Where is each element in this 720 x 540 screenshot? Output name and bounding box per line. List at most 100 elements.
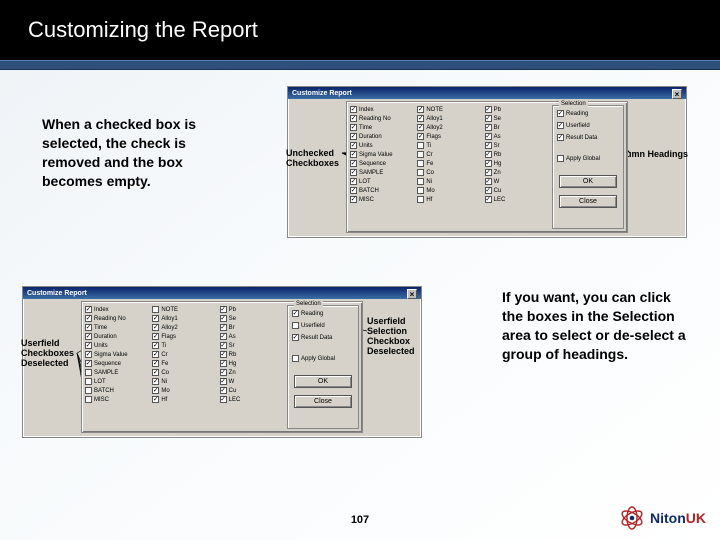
field-checkbox[interactable]: Hg: [220, 359, 285, 368]
field-checkbox[interactable]: Hf: [152, 395, 217, 404]
screenshot-2: Customize Report × Userfield Checkboxes …: [22, 286, 422, 438]
paragraph-1: When a checked box is selected, the chec…: [42, 115, 232, 191]
field-checkbox[interactable]: Zn: [485, 168, 550, 177]
ok-button[interactable]: OK: [559, 175, 617, 188]
field-checkbox[interactable]: Sequence: [85, 359, 150, 368]
field-checkbox[interactable]: MISC: [350, 195, 415, 204]
field-checkbox[interactable]: LEC: [485, 195, 550, 204]
slide-title: Customizing the Report: [28, 17, 258, 43]
field-checkbox[interactable]: Index: [350, 105, 415, 114]
field-checkbox[interactable]: Index: [85, 305, 150, 314]
field-checkbox[interactable]: LEC: [220, 395, 285, 404]
dialog-panel: IndexReading NoTimeDurationUnitsSigma Va…: [81, 301, 363, 433]
selection-reading-checkbox[interactable]: Reading: [292, 309, 354, 318]
selection-group-label: Selection: [559, 101, 588, 107]
field-checkbox[interactable]: Ni: [417, 177, 482, 186]
field-checkbox[interactable]: Fe: [417, 159, 482, 168]
window-title: Customize Report: [292, 90, 352, 97]
close-button[interactable]: Close: [294, 395, 352, 408]
field-checkbox[interactable]: Cu: [220, 386, 285, 395]
dialog-panel: IndexReading NoTimeDurationUnitsSigma Va…: [346, 101, 628, 233]
field-checkbox[interactable]: Reading No: [85, 314, 150, 323]
field-checkbox[interactable]: Sr: [220, 341, 285, 350]
field-checkbox[interactable]: Alloy1: [417, 114, 482, 123]
field-checkbox[interactable]: Units: [85, 341, 150, 350]
field-checkbox[interactable]: BATCH: [350, 186, 415, 195]
field-checkbox[interactable]: MISC: [85, 395, 150, 404]
field-checkbox[interactable]: Units: [350, 141, 415, 150]
field-checkbox[interactable]: Fe: [152, 359, 217, 368]
screenshot-1: Customize Report × Unchecked Checkboxes …: [287, 86, 687, 238]
field-checkbox[interactable]: LOT: [350, 177, 415, 186]
selection-resultdata-checkbox[interactable]: Result Data: [292, 333, 354, 342]
ok-button[interactable]: OK: [294, 375, 352, 388]
field-checkbox[interactable]: Reading No: [350, 114, 415, 123]
checkbox-col-1: IndexReading NoTimeDurationUnitsSigma Va…: [85, 305, 150, 429]
field-checkbox[interactable]: Se: [220, 314, 285, 323]
field-checkbox[interactable]: Time: [350, 123, 415, 132]
field-checkbox[interactable]: Sigma Value: [85, 350, 150, 359]
field-checkbox[interactable]: Mo: [152, 386, 217, 395]
field-checkbox[interactable]: As: [220, 332, 285, 341]
close-icon[interactable]: ×: [672, 89, 682, 99]
close-button[interactable]: Close: [559, 195, 617, 208]
field-checkbox[interactable]: Pb: [220, 305, 285, 314]
field-checkbox[interactable]: Hf: [417, 195, 482, 204]
field-checkbox[interactable]: Pb: [485, 105, 550, 114]
field-checkbox[interactable]: Co: [152, 368, 217, 377]
field-checkbox[interactable]: Sr: [485, 141, 550, 150]
field-checkbox[interactable]: SAMPLE: [350, 168, 415, 177]
field-checkbox[interactable]: NOTE: [152, 305, 217, 314]
field-checkbox[interactable]: Se: [485, 114, 550, 123]
field-checkbox[interactable]: Cr: [152, 350, 217, 359]
field-checkbox[interactable]: Duration: [85, 332, 150, 341]
field-checkbox[interactable]: W: [220, 377, 285, 386]
window-title: Customize Report: [27, 290, 87, 297]
field-checkbox[interactable]: LOT: [85, 377, 150, 386]
field-checkbox[interactable]: Alloy1: [152, 314, 217, 323]
checkbox-col-2: NOTEAlloy1Alloy2FlagsTiCrFeCoNiMoHf: [152, 305, 217, 429]
field-checkbox[interactable]: Co: [417, 168, 482, 177]
field-checkbox[interactable]: NOTE: [417, 105, 482, 114]
selection-resultdata-checkbox[interactable]: Result Data: [557, 133, 619, 142]
logo: NitonUK: [618, 506, 706, 530]
field-checkbox[interactable]: Cu: [485, 186, 550, 195]
accent-strip: [0, 60, 720, 70]
window-titlebar: Customize Report ×: [23, 287, 421, 299]
field-checkbox[interactable]: W: [485, 177, 550, 186]
page-number: 107: [0, 514, 720, 526]
apply-global-checkbox[interactable]: Apply Global: [557, 154, 619, 163]
selection-userfield-checkbox[interactable]: Userfield: [557, 121, 619, 130]
field-checkbox[interactable]: Flags: [152, 332, 217, 341]
field-checkbox[interactable]: BATCH: [85, 386, 150, 395]
field-checkbox[interactable]: Ti: [417, 141, 482, 150]
checkbox-col-3: PbSeBrAsSrRbHgZnWCuLEC: [220, 305, 285, 429]
field-checkbox[interactable]: Ti: [152, 341, 217, 350]
field-checkbox[interactable]: Cr: [417, 150, 482, 159]
checkbox-col-1: IndexReading NoTimeDurationUnitsSigma Va…: [350, 105, 415, 229]
field-checkbox[interactable]: Rb: [220, 350, 285, 359]
field-checkbox[interactable]: Alloy2: [417, 123, 482, 132]
field-checkbox[interactable]: Sigma Value: [350, 150, 415, 159]
annotation-selection-deselected: Userfield Selection Checkbox Deselected: [367, 317, 423, 357]
field-checkbox[interactable]: Hg: [485, 159, 550, 168]
field-checkbox[interactable]: Alloy2: [152, 323, 217, 332]
field-checkbox[interactable]: Br: [220, 323, 285, 332]
field-checkbox[interactable]: Flags: [417, 132, 482, 141]
slide-title-bar: Customizing the Report: [0, 0, 720, 60]
field-checkbox[interactable]: Rb: [485, 150, 550, 159]
selection-reading-checkbox[interactable]: Reading: [557, 109, 619, 118]
field-checkbox[interactable]: Zn: [220, 368, 285, 377]
checkbox-col-2: NOTEAlloy1Alloy2FlagsTiCrFeCoNiMoHf: [417, 105, 482, 229]
field-checkbox[interactable]: SAMPLE: [85, 368, 150, 377]
field-checkbox[interactable]: Duration: [350, 132, 415, 141]
field-checkbox[interactable]: Time: [85, 323, 150, 332]
close-icon[interactable]: ×: [407, 289, 417, 299]
field-checkbox[interactable]: Sequence: [350, 159, 415, 168]
field-checkbox[interactable]: Ni: [152, 377, 217, 386]
field-checkbox[interactable]: Br: [485, 123, 550, 132]
field-checkbox[interactable]: Mo: [417, 186, 482, 195]
field-checkbox[interactable]: As: [485, 132, 550, 141]
selection-userfield-checkbox[interactable]: Userfield: [292, 321, 354, 330]
apply-global-checkbox[interactable]: Apply Global: [292, 354, 354, 363]
